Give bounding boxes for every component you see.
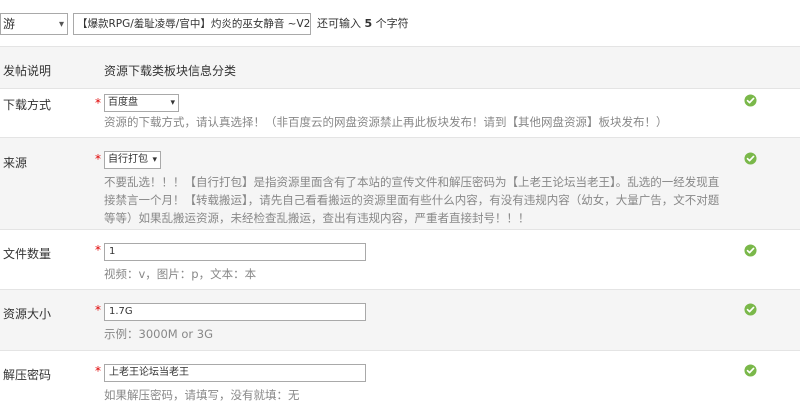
thread-title-input[interactable]: 【爆款RPG/羞耻凌辱/官中】灼炎的巫女静音 ~V2.1.1 DL [73,13,311,35]
chevron-down-icon: ▾ [170,98,175,108]
remaining-count: 5 [364,17,373,30]
form-header-row: 发帖说明 资源下载类板块信息分类 [0,46,800,88]
source-hint-line-1: 不要乱选！！！【自行打包】是指资源里面含有了本站的宣传文件和解压密码为【上老王论… [104,175,720,189]
required-mark: * [95,303,101,317]
download-method-label: 下载方式 [3,98,52,112]
download-method-value: 百度盘 [108,97,138,108]
source-label: 来源 [3,156,28,170]
post-instructions-label: 发帖说明 [3,64,52,78]
thread-type-value: 游 [3,17,16,31]
thread-type-select[interactable]: 游 ▾ [0,13,68,35]
source-value: 自行打包 [108,154,148,165]
remaining-prefix: 还可输入 [317,17,361,30]
required-mark: * [95,243,101,257]
check-circle-icon [744,364,757,377]
extract-password-hint: 如果解压密码，请填写，没有就填：无 [104,388,300,402]
resource-size-row: 资源大小 * 1.7G 示例：3000M or 3G [0,289,800,350]
source-row: 来源 * 自行打包 ▾ 不要乱选！！！【自行打包】是指资源里面含有了本站的宣传文… [0,137,800,229]
resource-size-hint: 示例：3000M or 3G [104,327,213,341]
source-hint-line-3: 等等）如果乱搬运资源，未经检查乱搬运，查出有违规内容，严重者直接封号！！！ [104,211,530,225]
file-count-row: 文件数量 * 1 视频：v，图片：p，文本：本 [0,229,800,289]
remaining-suffix: 个字符 [375,17,409,30]
file-count-input[interactable]: 1 [104,243,366,261]
download-method-select[interactable]: 百度盘 ▾ [104,94,179,112]
check-circle-icon [744,303,757,316]
check-circle-icon [744,244,757,257]
file-count-label: 文件数量 [3,247,52,261]
title-bar: 游 ▾ 【爆款RPG/羞耻凌辱/官中】灼炎的巫女静音 ~V2.1.1 DL 还可… [0,0,800,44]
check-circle-icon [744,152,757,165]
download-method-row: 下载方式 * 百度盘 ▾ 资源的下载方式，请认真选择！（非百度云的网盘资源禁止再… [0,88,800,137]
source-hint-line-2: 接禁言一个月！【转载搬运】，请先自己看看搬运的资源里面有些什么内容，有没有违规内… [104,193,720,207]
extract-password-row: 解压密码 * 上老王论坛当老王 如果解压密码，请填写，没有就填：无 [0,350,800,409]
extract-password-label: 解压密码 [3,368,52,382]
resource-size-input[interactable]: 1.7G [104,303,366,321]
source-select[interactable]: 自行打包 ▾ [104,151,161,169]
category-header-label: 资源下载类板块信息分类 [104,64,237,78]
check-circle-icon [744,94,757,107]
resource-size-label: 资源大小 [3,307,52,321]
resource-info-form: 发帖说明 资源下载类板块信息分类 下载方式 * 百度盘 ▾ 资源的下载方式，请认… [0,46,800,409]
required-mark: * [95,364,101,378]
title-remaining-chars: 还可输入 5 个字符 [317,13,409,35]
extract-password-input[interactable]: 上老王论坛当老王 [104,364,366,382]
chevron-down-icon: ▾ [152,155,157,165]
required-mark: * [95,152,101,166]
file-count-hint: 视频：v，图片：p，文本：本 [104,267,257,281]
required-mark: * [95,96,101,110]
chevron-down-icon: ▾ [58,19,64,30]
download-method-hint: 资源的下载方式，请认真选择！（非百度云的网盘资源禁止再此板块发布！请到【其他网盘… [104,115,668,129]
